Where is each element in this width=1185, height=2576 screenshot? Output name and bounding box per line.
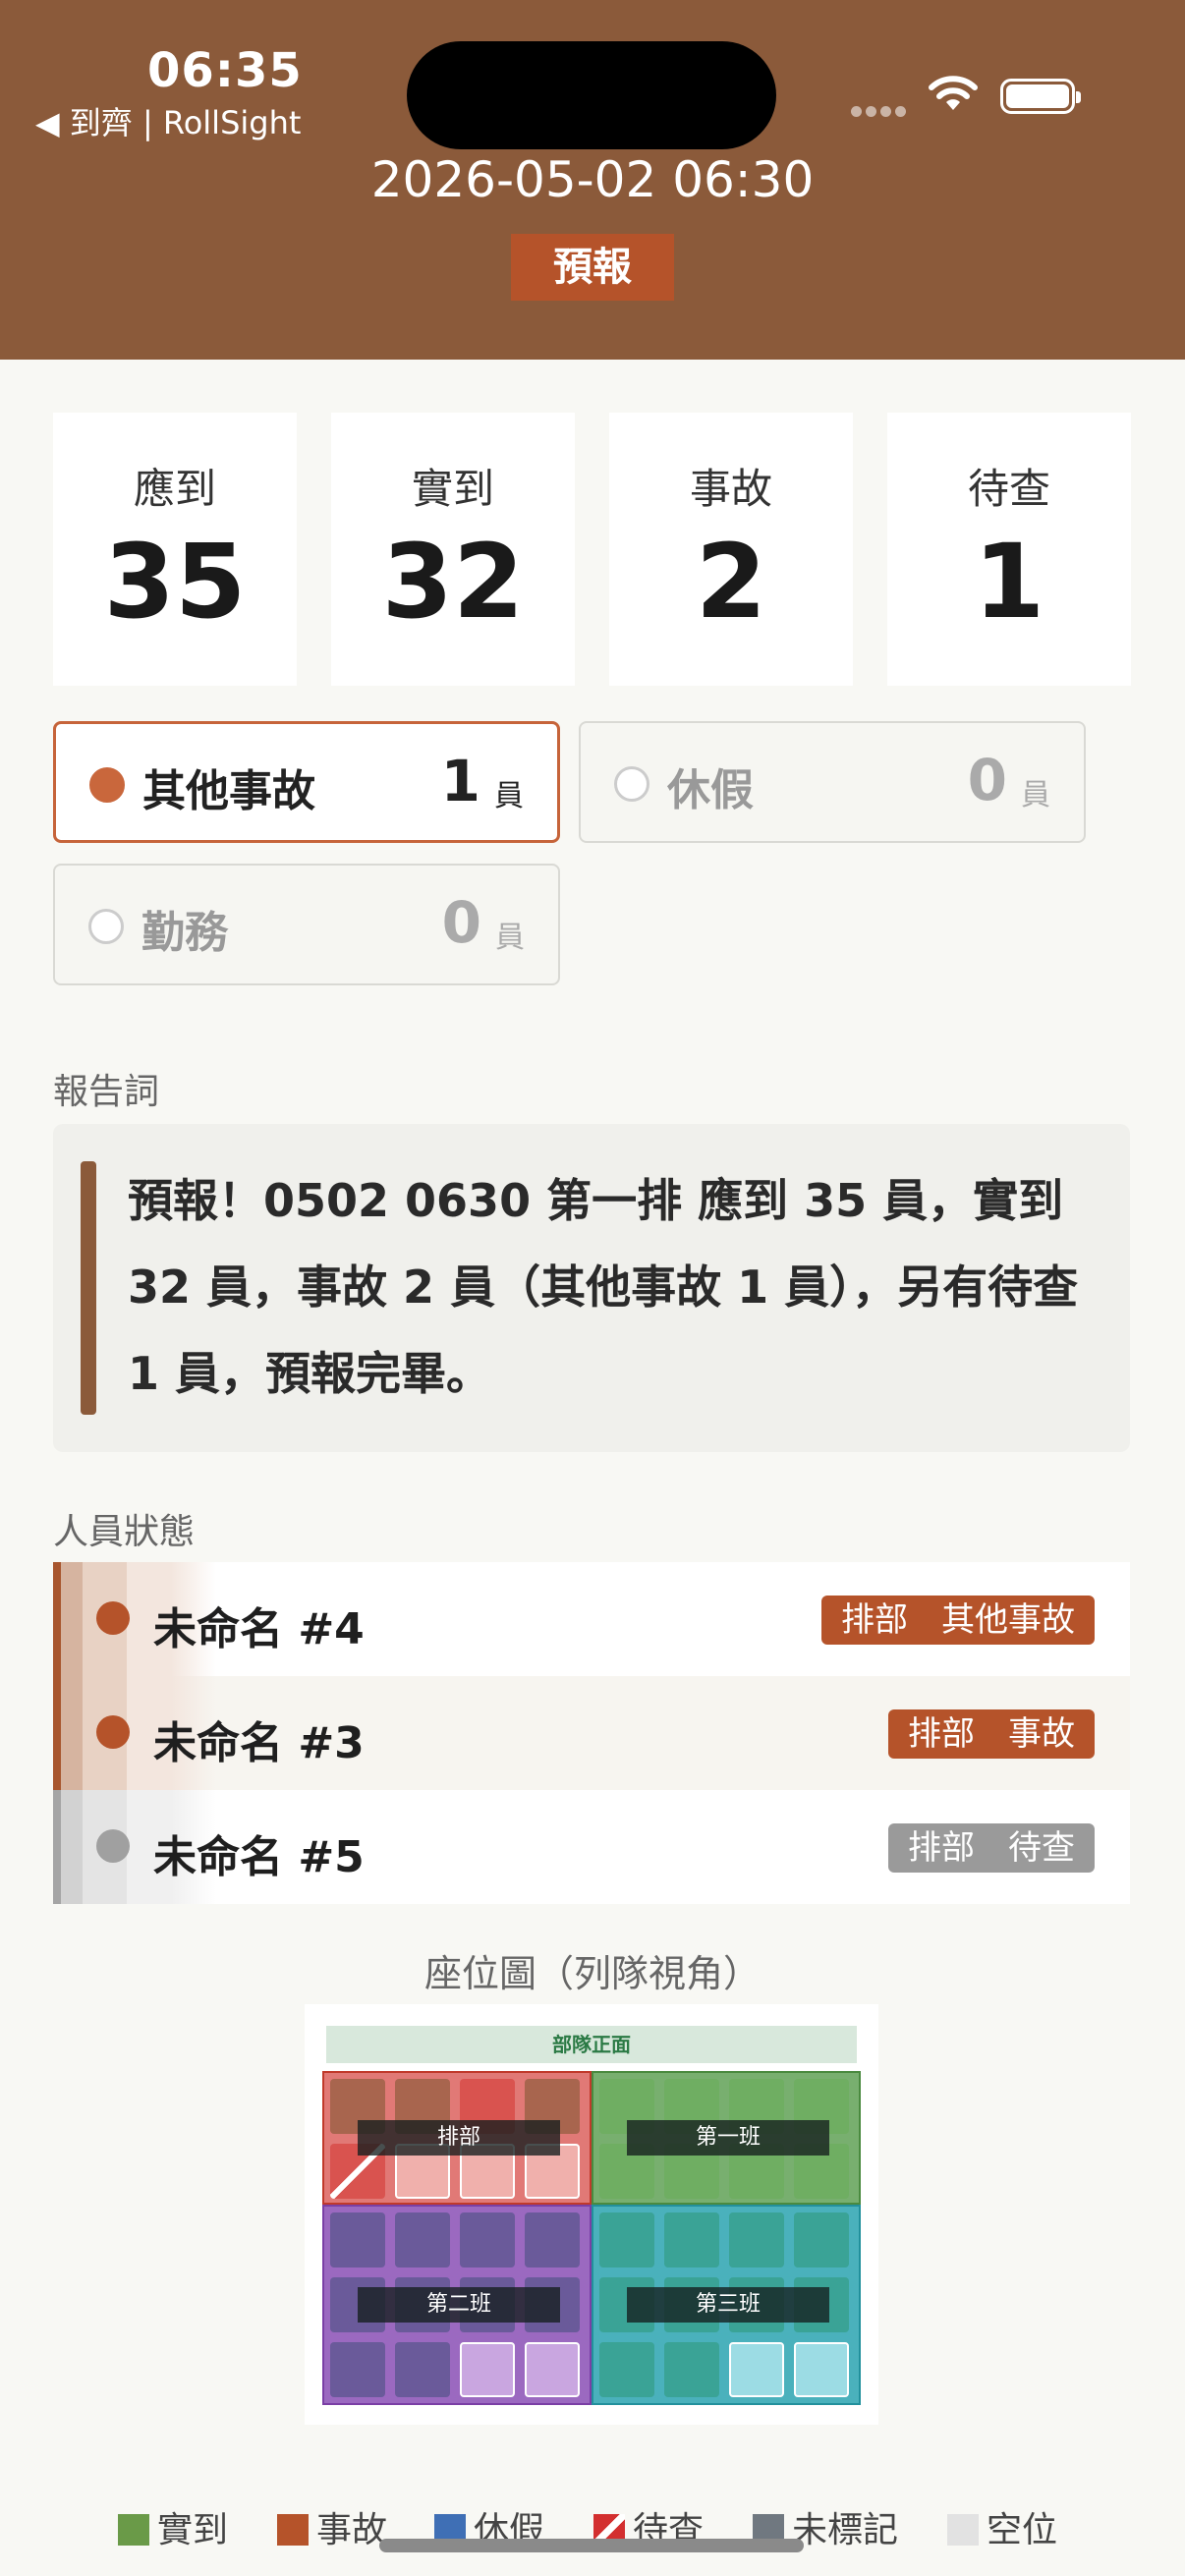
seat-group-squad-2[interactable]: 第二班 bbox=[322, 2205, 592, 2405]
report-card[interactable]: 預報！0502 0630 第一排 應到 35 員，實到 32 員，事故 2 員（… bbox=[53, 1124, 1130, 1452]
stat-card-pending: 待查 1 bbox=[887, 413, 1131, 686]
stat-label: 實到 bbox=[411, 465, 494, 513]
category-unit: 員 bbox=[494, 779, 524, 813]
seat-group-squad-3[interactable]: 第三班 bbox=[592, 2205, 861, 2405]
report-accent-bar bbox=[81, 1161, 96, 1415]
status-dot-icon bbox=[96, 1829, 130, 1863]
stat-value: 32 bbox=[381, 522, 525, 642]
seat-cell[interactable] bbox=[729, 2212, 784, 2268]
stat-value: 2 bbox=[695, 522, 767, 642]
category-unit: 員 bbox=[1021, 778, 1050, 812]
seat-cell-empty[interactable] bbox=[460, 2342, 515, 2397]
stat-label: 應到 bbox=[133, 465, 216, 513]
category-name: 勤務 bbox=[141, 908, 228, 958]
back-to-app-link[interactable]: ◀ 到齊 | RollSight bbox=[35, 98, 301, 143]
legend-label: 事故 bbox=[316, 2510, 388, 2550]
seat-map[interactable]: 部隊正面 排部 第一班 第二班 第三班 bbox=[305, 2004, 878, 2425]
radio-dot-icon bbox=[89, 767, 125, 803]
person-row[interactable]: 未命名 #3 排部 事故 bbox=[53, 1676, 1130, 1790]
category-unit: 員 bbox=[495, 921, 525, 955]
seat-group-label: 第二班 bbox=[358, 2287, 560, 2323]
stat-value: 35 bbox=[103, 522, 247, 642]
seat-map-title: 座位圖（列隊視角） bbox=[423, 1952, 761, 1995]
status-dot-icon bbox=[96, 1601, 130, 1635]
seat-cell[interactable] bbox=[460, 2212, 515, 2268]
category-name: 其他事故 bbox=[142, 766, 315, 816]
seat-group-label: 排部 bbox=[358, 2120, 560, 2156]
seat-cell-empty[interactable] bbox=[525, 2342, 580, 2397]
category-chip-other-incident[interactable]: 其他事故 1 員 bbox=[53, 721, 560, 843]
category-chip-duty[interactable]: 勤務 0 員 bbox=[53, 864, 560, 985]
battery-icon bbox=[1000, 79, 1081, 114]
report-datetime: 2026-05-02 06:30 bbox=[370, 151, 815, 208]
seat-cell-empty[interactable] bbox=[729, 2342, 784, 2397]
legend-item-incident: 事故 bbox=[277, 2501, 387, 2552]
legend-swatch bbox=[277, 2514, 309, 2546]
person-row[interactable]: 未命名 #5 排部 待查 bbox=[53, 1790, 1130, 1904]
person-name: 未命名 #4 bbox=[153, 1604, 365, 1654]
legend-label: 空位 bbox=[987, 2510, 1058, 2550]
seat-cell[interactable] bbox=[599, 2342, 654, 2397]
category-count: 0 bbox=[967, 747, 1007, 813]
report-type-badge: 預報 bbox=[511, 234, 674, 301]
legend-label: 未標記 bbox=[792, 2510, 899, 2550]
wifi-icon bbox=[929, 76, 978, 110]
seat-group-label: 第三班 bbox=[627, 2287, 829, 2323]
stat-card-present: 實到 32 bbox=[331, 413, 575, 686]
person-name: 未命名 #3 bbox=[153, 1718, 365, 1768]
stat-card-expected: 應到 35 bbox=[53, 413, 297, 686]
seat-group-hq[interactable]: 排部 bbox=[322, 2071, 592, 2205]
category-chip-leave[interactable]: 休假 0 員 bbox=[579, 721, 1086, 843]
seat-cell[interactable] bbox=[525, 2212, 580, 2268]
seat-cell[interactable] bbox=[395, 2342, 450, 2397]
person-row[interactable]: 未命名 #4 排部 其他事故 bbox=[53, 1562, 1130, 1676]
stat-label: 待查 bbox=[967, 465, 1050, 513]
status-badge: 排部 待查 bbox=[888, 1823, 1095, 1873]
category-name: 休假 bbox=[667, 765, 754, 815]
report-section-label: 報告詞 bbox=[53, 1072, 160, 1112]
seat-cell[interactable] bbox=[330, 2342, 385, 2397]
personnel-section-label: 人員狀態 bbox=[53, 1512, 196, 1552]
stat-label: 事故 bbox=[689, 465, 772, 513]
home-indicator[interactable] bbox=[379, 2539, 804, 2552]
radio-dot-icon bbox=[88, 909, 124, 944]
seat-cell[interactable] bbox=[664, 2342, 719, 2397]
formation-front-label: 部隊正面 bbox=[326, 2026, 857, 2063]
app-header: 06:35 ◀ 到齊 | RollSight 2026-05-02 06:30 … bbox=[0, 0, 1185, 360]
status-time: 06:35 bbox=[147, 43, 303, 98]
status-dot-icon bbox=[96, 1715, 130, 1749]
seat-group-label: 第一班 bbox=[627, 2120, 829, 2156]
legend-item-present: 實到 bbox=[118, 2501, 228, 2552]
category-count: 0 bbox=[441, 889, 481, 956]
stat-value: 1 bbox=[973, 522, 1045, 642]
legend-item-vacant: 空位 bbox=[947, 2501, 1057, 2552]
stat-card-incident: 事故 2 bbox=[609, 413, 853, 686]
seat-cell[interactable] bbox=[664, 2212, 719, 2268]
dynamic-island bbox=[407, 41, 776, 149]
legend-swatch bbox=[947, 2514, 979, 2546]
seat-cell[interactable] bbox=[395, 2212, 450, 2268]
seat-cell[interactable] bbox=[599, 2212, 654, 2268]
category-count: 1 bbox=[440, 748, 480, 814]
seat-cell[interactable] bbox=[794, 2212, 849, 2268]
status-badge: 排部 其他事故 bbox=[821, 1596, 1095, 1645]
seat-cell-empty[interactable] bbox=[794, 2342, 849, 2397]
seat-cell[interactable] bbox=[330, 2212, 385, 2268]
legend-swatch bbox=[118, 2514, 149, 2546]
legend-label: 實到 bbox=[157, 2510, 229, 2550]
radio-dot-icon bbox=[614, 766, 649, 802]
signal-icon bbox=[851, 102, 910, 121]
person-name: 未命名 #5 bbox=[153, 1832, 365, 1882]
status-badge: 排部 事故 bbox=[888, 1709, 1095, 1759]
report-text: 預報！0502 0630 第一排 應到 35 員，實到 32 員，事故 2 員（… bbox=[128, 1174, 1079, 1400]
seat-group-squad-1[interactable]: 第一班 bbox=[592, 2071, 861, 2205]
